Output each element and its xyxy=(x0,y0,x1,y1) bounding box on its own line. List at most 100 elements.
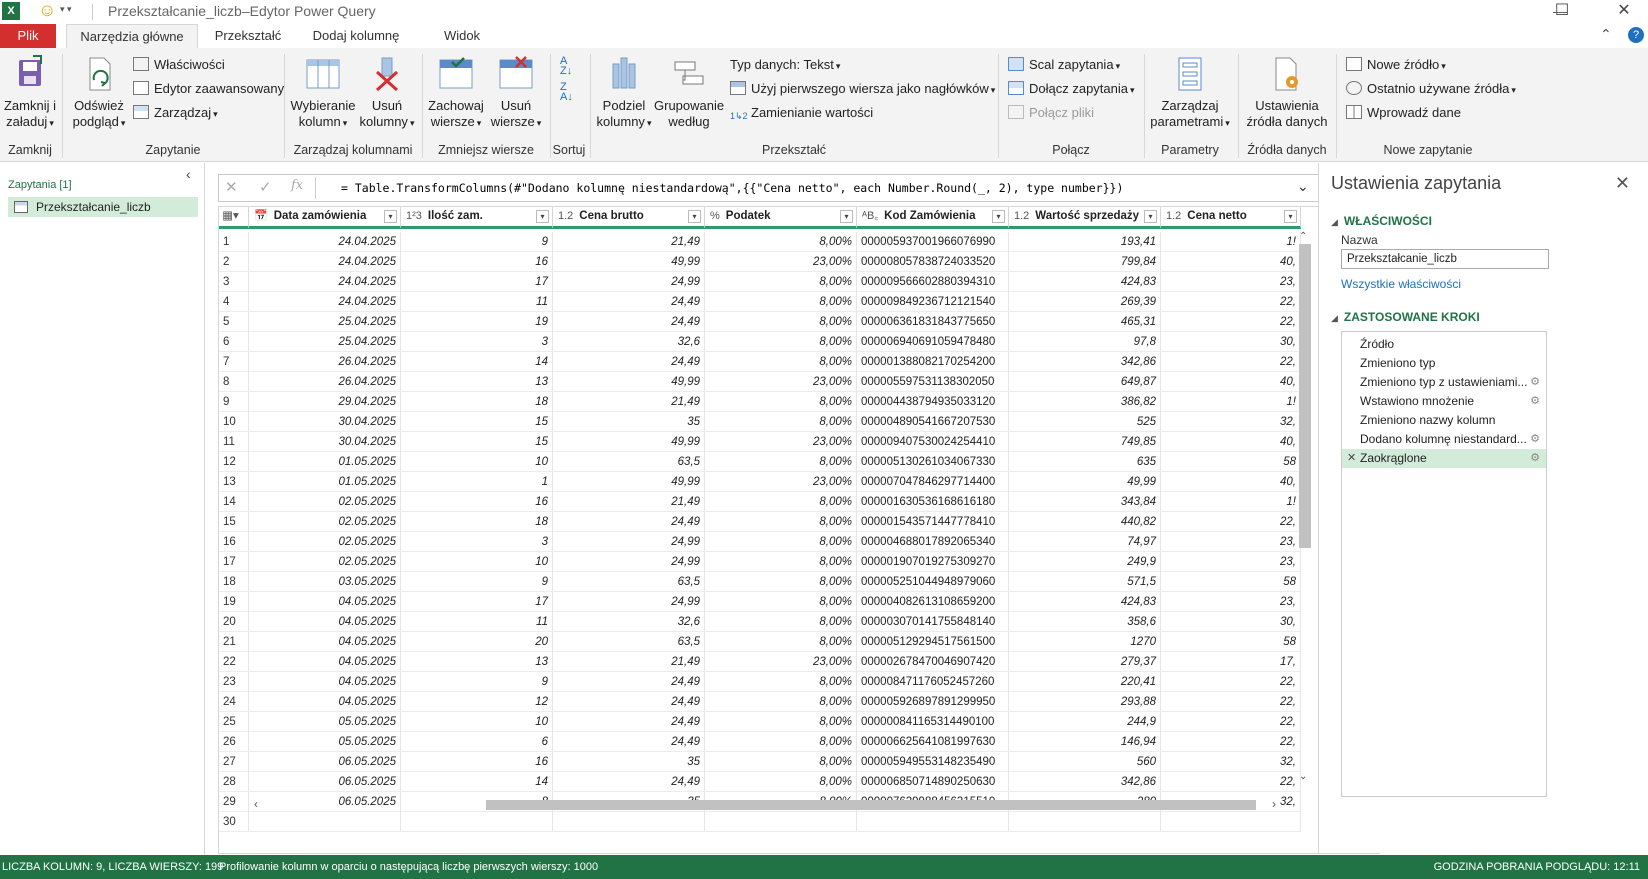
row-number[interactable]: 18 xyxy=(219,572,249,592)
table-cell[interactable]: 000001543571447778410 xyxy=(857,512,1009,532)
table-cell[interactable]: 23,00% xyxy=(705,432,857,452)
table-cell[interactable]: 24,49 xyxy=(553,692,705,712)
data-type-button[interactable]: Typ danych: Tekst ▾ xyxy=(730,55,840,75)
gear-icon[interactable]: ⚙ xyxy=(1530,449,1540,468)
table-cell[interactable]: 8,00% xyxy=(705,732,857,752)
table-cell[interactable]: 23,00% xyxy=(705,652,857,672)
row-number[interactable]: 12 xyxy=(219,452,249,472)
advanced-editor-button[interactable]: Edytor zaawansowany xyxy=(133,79,284,99)
table-cell[interactable]: 23,00% xyxy=(705,372,857,392)
table-cell[interactable]: 000006940691059478480 xyxy=(857,332,1009,352)
table-cell[interactable]: 05.05.2025 xyxy=(249,732,401,752)
row-number[interactable]: 24 xyxy=(219,692,249,712)
table-cell[interactable]: 02.05.2025 xyxy=(249,552,401,572)
recent-sources-button[interactable]: Ostatnio używane źródła ▾ xyxy=(1346,79,1516,99)
table-cell[interactable]: 22, xyxy=(1161,692,1301,712)
column-header[interactable]: 📅 Data zamówienia ▾ xyxy=(249,207,401,229)
close-settings-icon[interactable]: ✕ xyxy=(1615,173,1630,194)
table-cell[interactable]: 358,6 xyxy=(1009,612,1161,632)
table-cell[interactable]: 21,49 xyxy=(553,232,705,252)
sort-descending-icon[interactable]: Z A↓ xyxy=(560,82,573,103)
table-cell[interactable]: 63,5 xyxy=(553,632,705,652)
table-cell[interactable]: 342,86 xyxy=(1009,772,1161,792)
column-type-icon[interactable]: ᴬB꜀ xyxy=(862,210,878,222)
table-cell[interactable]: 24,49 xyxy=(553,352,705,372)
table-cell[interactable]: 000003070141755848140 xyxy=(857,612,1009,632)
table-row[interactable]: 8 26.04.2025 13 49,99 23,00% 0000055975311383… xyxy=(219,372,1379,392)
table-row[interactable]: 6 25.04.2025 3 32,6 8,00% 0000069406910594784… xyxy=(219,332,1379,352)
collapse-ribbon-icon[interactable]: ⌃ xyxy=(1600,26,1612,43)
table-cell[interactable]: 000008471176052457260 xyxy=(857,672,1009,692)
table-cell[interactable]: 193,41 xyxy=(1009,232,1161,252)
table-cell[interactable]: 25.04.2025 xyxy=(249,332,401,352)
table-cell[interactable]: 14 xyxy=(401,352,553,372)
table-cell[interactable]: 03.05.2025 xyxy=(249,572,401,592)
table-cell[interactable]: 40, xyxy=(1161,252,1301,272)
table-cell[interactable]: 30.04.2025 xyxy=(249,412,401,432)
new-source-button[interactable]: Nowe źródło ▾ xyxy=(1346,55,1446,75)
table-cell[interactable] xyxy=(553,812,705,832)
table-cell[interactable]: 04.05.2025 xyxy=(249,672,401,692)
table-row[interactable]: 22 04.05.2025 13 21,49 23,00% 000002678470046… xyxy=(219,652,1379,672)
table-row[interactable]: 25 05.05.2025 10 24,49 8,00% 0000008411653144… xyxy=(219,712,1379,732)
table-cell[interactable]: 40, xyxy=(1161,432,1301,452)
row-number[interactable]: 19 xyxy=(219,592,249,612)
table-cell[interactable]: 18 xyxy=(401,512,553,532)
table-cell[interactable]: 15 xyxy=(401,412,553,432)
table-cell[interactable]: 24,49 xyxy=(553,672,705,692)
scroll-up-icon[interactable]: ⌃ xyxy=(1299,231,1307,242)
table-cell[interactable]: 22, xyxy=(1161,312,1301,332)
table-cell[interactable]: 000001907019275309270 xyxy=(857,552,1009,572)
close-and-load-button[interactable]: Zamknij i załaduj ▾ xyxy=(2,54,58,131)
table-cell[interactable]: 000009849236712121540 xyxy=(857,292,1009,312)
remove-columns-button[interactable]: Usuń kolumny ▾ xyxy=(358,54,416,131)
table-row[interactable]: 11 30.04.2025 15 49,99 23,00% 000009407530024… xyxy=(219,432,1379,452)
table-row[interactable]: 21 04.05.2025 20 63,5 8,00% 00000512929451756… xyxy=(219,632,1379,652)
table-cell[interactable]: 000005937001966076990 xyxy=(857,232,1009,252)
row-number[interactable]: 23 xyxy=(219,672,249,692)
gear-icon[interactable]: ⚙ xyxy=(1530,392,1540,411)
table-row[interactable]: 10 30.04.2025 15 35 8,00% 0000048905416672075… xyxy=(219,412,1379,432)
table-cell[interactable]: 32, xyxy=(1161,412,1301,432)
table-cell[interactable]: 24,99 xyxy=(553,592,705,612)
table-cell[interactable]: 560 xyxy=(1009,752,1161,772)
table-cell[interactable]: 97,8 xyxy=(1009,332,1161,352)
table-cell[interactable]: 000005130261034067330 xyxy=(857,452,1009,472)
table-row[interactable]: 2 24.04.2025 16 49,99 23,00% 0000080578387240… xyxy=(219,252,1379,272)
table-cell[interactable]: 17 xyxy=(401,272,553,292)
table-cell[interactable]: 8,00% xyxy=(705,552,857,572)
tab-file[interactable]: Plik xyxy=(0,24,56,48)
name-input[interactable] xyxy=(1341,249,1549,269)
row-number[interactable]: 5 xyxy=(219,312,249,332)
row-number[interactable]: 22 xyxy=(219,652,249,672)
table-cell[interactable]: 635 xyxy=(1009,452,1161,472)
table-cell[interactable]: 06.05.2025 xyxy=(249,772,401,792)
applied-step[interactable]: Zmieniono typ z ustawieniami... ⚙ xyxy=(1342,373,1546,392)
restore-button[interactable]: ☐ xyxy=(1538,0,1586,24)
table-cell[interactable] xyxy=(401,812,553,832)
table-cell[interactable]: 000004438794935033120 xyxy=(857,392,1009,412)
filter-dropdown-icon[interactable]: ▾ xyxy=(1284,210,1297,223)
table-cell[interactable]: 23,00% xyxy=(705,472,857,492)
table-row[interactable]: 30 xyxy=(219,812,1379,832)
table-cell[interactable]: 9 xyxy=(401,572,553,592)
tab-view[interactable]: Widok xyxy=(430,24,494,48)
table-cell[interactable]: 10 xyxy=(401,552,553,572)
row-number[interactable]: 1 xyxy=(219,232,249,252)
table-cell[interactable]: 000005251044948979060 xyxy=(857,572,1009,592)
table-cell[interactable]: 249,9 xyxy=(1009,552,1161,572)
scroll-right-icon[interactable]: › xyxy=(1272,797,1276,811)
table-cell[interactable]: 6 xyxy=(401,732,553,752)
table-cell[interactable]: 3 xyxy=(401,332,553,352)
table-cell[interactable]: 22, xyxy=(1161,732,1301,752)
row-number[interactable]: 27 xyxy=(219,752,249,772)
table-cell[interactable]: 40, xyxy=(1161,372,1301,392)
properties-button[interactable]: Właściwości xyxy=(133,55,225,75)
table-cell[interactable]: 58 xyxy=(1161,572,1301,592)
table-cell[interactable]: 220,41 xyxy=(1009,672,1161,692)
table-row[interactable]: 14 02.05.2025 16 21,49 8,00% 0000016305361686… xyxy=(219,492,1379,512)
replace-values-button[interactable]: 1↳2 Zamienianie wartości xyxy=(730,103,873,123)
table-cell[interactable]: 24.04.2025 xyxy=(249,252,401,272)
scroll-down-icon[interactable]: ⌄ xyxy=(1299,771,1307,782)
table-cell[interactable]: 000005949553148235490 xyxy=(857,752,1009,772)
